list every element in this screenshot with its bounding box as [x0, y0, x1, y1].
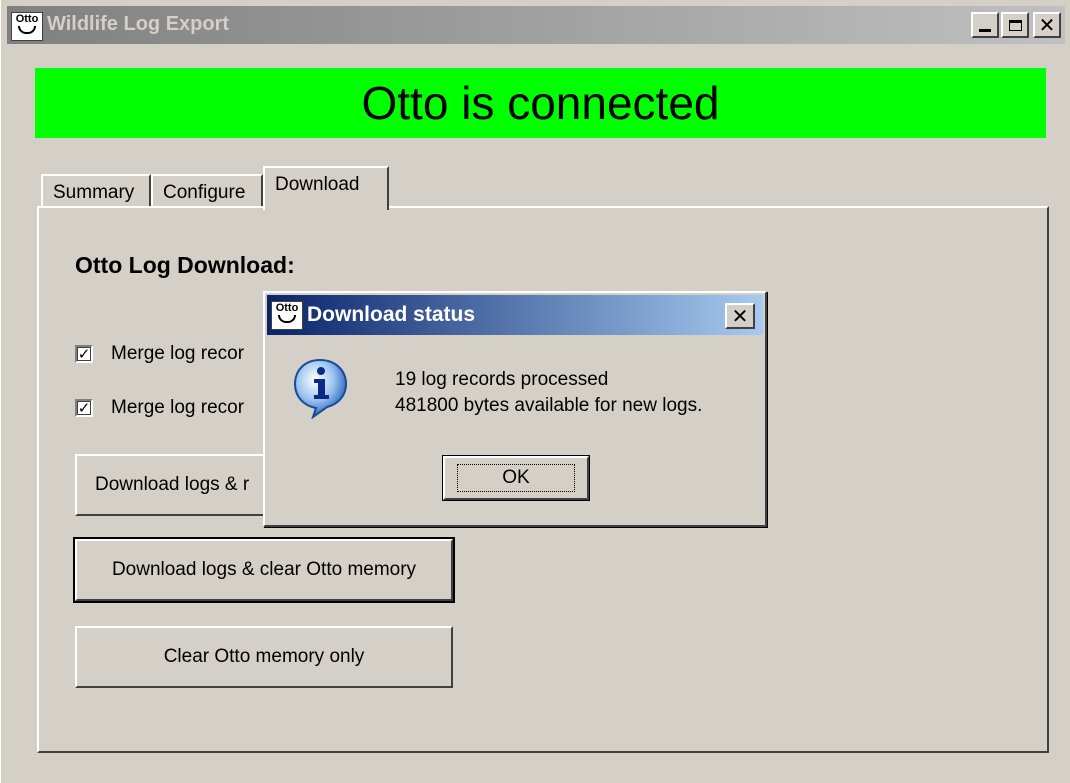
clear-memory-only-button[interactable]: Clear Otto memory only [75, 626, 453, 688]
dialog-message-line-1: 19 log records processed [395, 369, 609, 390]
dialog-logo-text: Otto [275, 302, 299, 314]
tab-configure[interactable]: Configure [151, 174, 263, 208]
window-title: Wildlife Log Export [47, 13, 230, 35]
close-icon: ✕ [731, 304, 749, 328]
checkbox-checked-icon[interactable]: ✓ [75, 399, 93, 417]
merge-checkbox-2[interactable]: ✓ Merge log recor [75, 396, 244, 420]
dialog-message: 19 log records processed 481800 bytes av… [395, 367, 702, 419]
tab-configure-label: Configure [163, 182, 246, 203]
checkbox-checked-icon[interactable]: ✓ [75, 345, 93, 363]
minimize-button[interactable] [971, 12, 999, 38]
ok-button[interactable]: OK [442, 455, 590, 501]
download-logs-clear-memory-button[interactable]: Download logs & clear Otto memory [73, 537, 455, 603]
merge-checkbox-1[interactable]: ✓ Merge log recor [75, 342, 244, 366]
tab-download-label: Download [275, 174, 360, 195]
title-bar[interactable]: Otto Wildlife Log Export ✕ [7, 6, 1065, 44]
info-icon [293, 358, 348, 419]
merge-checkbox-1-label: Merge log recor [111, 343, 245, 364]
tab-download[interactable]: Download [263, 166, 389, 210]
ok-button-label: OK [457, 464, 575, 492]
close-button[interactable]: ✕ [1033, 12, 1061, 38]
maximize-icon [1008, 19, 1022, 31]
minimize-icon [979, 28, 991, 32]
maximize-button[interactable] [1001, 12, 1029, 38]
dialog-close-button[interactable]: ✕ [725, 303, 755, 329]
merge-checkbox-2-label: Merge log recor [111, 397, 245, 418]
connection-status-banner: Otto is connected [35, 68, 1046, 138]
app-logo-icon: Otto [11, 12, 43, 41]
section-heading: Otto Log Download: [75, 252, 295, 278]
dialog-message-line-2: 481800 bytes available for new logs. [395, 395, 703, 416]
dialog-title-bar[interactable]: Otto Download status ✕ [267, 295, 763, 335]
dialog-logo-icon: Otto [271, 301, 303, 330]
tab-summary[interactable]: Summary [41, 174, 151, 208]
app-logo-text: Otto [15, 13, 39, 25]
close-icon: ✕ [1038, 13, 1056, 37]
dialog-title: Download status [307, 303, 476, 326]
tab-summary-label: Summary [53, 182, 135, 203]
download-status-dialog: Otto Download status ✕ 19 log records pr… [263, 291, 767, 527]
